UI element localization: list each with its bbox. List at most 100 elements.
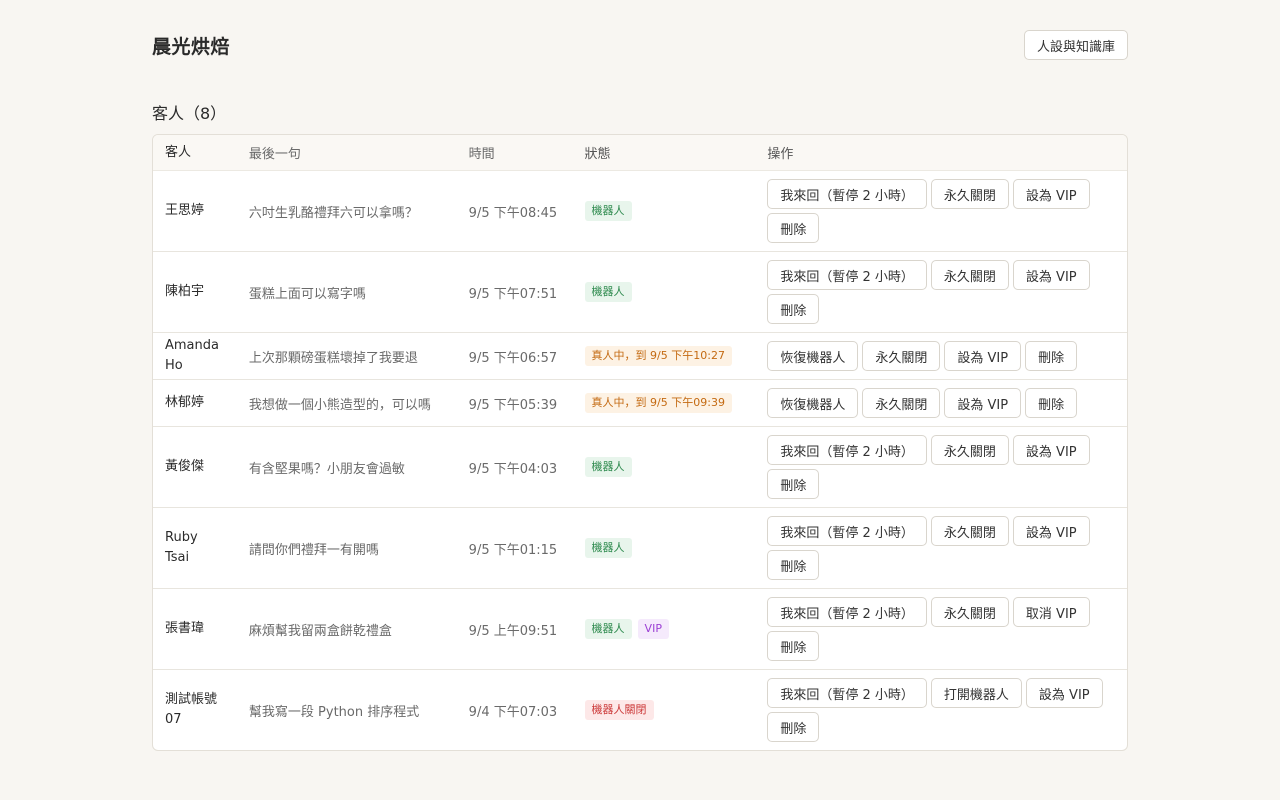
delete-button[interactable]: 刪除: [767, 294, 820, 324]
reply-myself-button[interactable]: 我來回（暫停 2 小時）: [767, 516, 927, 546]
actions-cell: 恢復機器人 永久關閉 設為 VIP 刪除: [767, 380, 1127, 426]
brand-title: 晨光烘焙: [152, 35, 231, 58]
close-permanently-button[interactable]: 永久關閉: [862, 341, 941, 371]
message-time: 9/5 下午06:57: [468, 350, 558, 366]
restore-bot-button[interactable]: 恢復機器人: [767, 341, 859, 371]
page-container: 晨光烘焙 人設與知識庫 客人（8） 客人 最後一句 時間 狀態 操作 王思婷 六吋…: [152, 30, 1128, 751]
status-cell: 機器人關閉: [584, 700, 768, 720]
status-badge: 真人中，到 9/5 下午09:39: [584, 393, 732, 413]
customer-name: Amanda Ho: [165, 338, 219, 373]
status-badge: VIP: [637, 619, 669, 639]
enable-bot-button[interactable]: 打開機器人: [930, 678, 1022, 708]
table-row: 林郁婷 我想做一個小熊造型的，可以嗎 9/5 下午05:39 真人中，到 9/5 下午…: [153, 380, 1127, 427]
close-permanently-button[interactable]: 永久關閉: [930, 179, 1009, 209]
customers-section-title: 客人（8）: [152, 104, 227, 123]
customers-table: 客人 最後一句 時間 狀態 操作 王思婷 六吋生乳酪禮拜六可以拿嗎？ 9/5 下午0…: [152, 134, 1128, 751]
set-vip-button[interactable]: 設為 VIP: [944, 388, 1022, 418]
last-message: 蛋糕上面可以寫字嗎: [248, 286, 366, 302]
delete-button[interactable]: 刪除: [767, 550, 820, 580]
reply-myself-button[interactable]: 我來回（暫停 2 小時）: [767, 260, 927, 290]
col-header-status: 狀態: [584, 147, 611, 162]
message-time: 9/5 下午07:51: [468, 286, 558, 302]
cancel-vip-button[interactable]: 取消 VIP: [1012, 597, 1090, 627]
status-cell: 機器人: [584, 201, 768, 221]
reply-myself-button[interactable]: 我來回（暫停 2 小時）: [767, 597, 927, 627]
set-vip-button[interactable]: 設為 VIP: [1025, 678, 1103, 708]
customer-name: 張書瑋: [165, 621, 205, 636]
last-message: 六吋生乳酪禮拜六可以拿嗎？: [248, 205, 418, 221]
status-badge: 機器人: [584, 619, 632, 639]
actions-cell: 恢復機器人 永久關閉 設為 VIP 刪除: [767, 333, 1127, 379]
status-cell: 真人中，到 9/5 下午09:39: [584, 393, 768, 413]
customer-name: 王思婷: [165, 203, 205, 218]
table-row: 測試帳號07 幫我寫一段 Python 排序程式 9/4 下午07:03 機器人關閉 我…: [153, 670, 1127, 750]
delete-button[interactable]: 刪除: [767, 469, 820, 499]
set-vip-button[interactable]: 設為 VIP: [944, 341, 1022, 371]
actions-cell: 我來回（暫停 2 小時） 永久關閉 設為 VIP 刪除: [767, 252, 1127, 332]
reply-myself-button[interactable]: 我來回（暫停 2 小時）: [767, 435, 927, 465]
table-body: 王思婷 六吋生乳酪禮拜六可以拿嗎？ 9/5 下午08:45 機器人 我來回（暫停 2 小…: [153, 171, 1127, 750]
delete-button[interactable]: 刪除: [767, 631, 820, 661]
reply-myself-button[interactable]: 我來回（暫停 2 小時）: [767, 179, 927, 209]
last-message: 請問你們禮拜一有開嗎: [248, 542, 379, 558]
delete-button[interactable]: 刪除: [1025, 341, 1078, 371]
col-header-last-message: 最後一句: [248, 147, 301, 162]
status-badge: 機器人: [584, 282, 632, 302]
status-badge: 機器人關閉: [584, 700, 654, 720]
restore-bot-button[interactable]: 恢復機器人: [767, 388, 859, 418]
set-vip-button[interactable]: 設為 VIP: [1012, 260, 1090, 290]
table-row: Ruby Tsai 請問你們禮拜一有開嗎 9/5 下午01:15 機器人 我來回（暫停 …: [153, 508, 1127, 589]
status-cell: 機器人 VIP: [584, 619, 768, 639]
status-badge: 機器人: [584, 457, 632, 477]
last-message: 幫我寫一段 Python 排序程式: [248, 704, 420, 720]
actions-cell: 我來回（暫停 2 小時） 永久關閉 設為 VIP 刪除: [767, 427, 1127, 507]
actions-cell: 我來回（暫停 2 小時） 永久關閉 取消 VIP 刪除: [767, 589, 1127, 669]
table-row: 王思婷 六吋生乳酪禮拜六可以拿嗎？ 9/5 下午08:45 機器人 我來回（暫停 2 小…: [153, 171, 1127, 252]
persona-knowledge-button[interactable]: 人設與知識庫: [1023, 30, 1128, 60]
close-permanently-button[interactable]: 永久關閉: [862, 388, 941, 418]
close-permanently-button[interactable]: 永久關閉: [930, 597, 1009, 627]
table-header: 客人 最後一句 時間 狀態 操作: [153, 135, 1127, 171]
delete-button[interactable]: 刪除: [1025, 388, 1078, 418]
col-header-customer: 客人: [165, 144, 192, 160]
close-permanently-button[interactable]: 永久關閉: [930, 260, 1009, 290]
message-time: 9/5 上午09:51: [468, 623, 558, 639]
set-vip-button[interactable]: 設為 VIP: [1012, 179, 1090, 209]
status-badge: 機器人: [584, 538, 632, 558]
message-time: 9/5 下午08:45: [468, 205, 558, 221]
delete-button[interactable]: 刪除: [767, 213, 820, 243]
delete-button[interactable]: 刪除: [767, 712, 820, 742]
col-header-time: 時間: [468, 147, 495, 162]
top-bar: 晨光烘焙 人設與知識庫: [152, 30, 1128, 60]
close-permanently-button[interactable]: 永久關閉: [930, 435, 1009, 465]
set-vip-button[interactable]: 設為 VIP: [1012, 435, 1090, 465]
status-cell: 機器人: [584, 538, 768, 558]
last-message: 有含堅果嗎？小朋友會過敏: [248, 461, 405, 477]
reply-myself-button[interactable]: 我來回（暫停 2 小時）: [767, 678, 927, 708]
message-time: 9/5 下午04:03: [468, 461, 558, 477]
last-message: 上次那顆磅蛋糕壞掉了我要退: [248, 350, 418, 366]
status-badge: 機器人: [584, 201, 632, 221]
message-time: 9/4 下午07:03: [468, 704, 558, 720]
actions-cell: 我來回（暫停 2 小時） 永久關閉 設為 VIP 刪除: [767, 508, 1127, 588]
col-header-actions: 操作: [767, 147, 794, 162]
status-badge: 真人中，到 9/5 下午10:27: [584, 346, 732, 366]
message-time: 9/5 下午05:39: [468, 397, 558, 413]
message-time: 9/5 下午01:15: [468, 542, 558, 558]
customer-name: 林郁婷: [165, 395, 205, 410]
table-row: 張書瑋 麻煩幫我留兩盒餅乾禮盒 9/5 上午09:51 機器人 VIP 我來回（暫停 2 …: [153, 589, 1127, 670]
actions-cell: 我來回（暫停 2 小時） 永久關閉 設為 VIP 刪除: [767, 171, 1127, 251]
actions-cell: 我來回（暫停 2 小時） 打開機器人 設為 VIP 刪除: [767, 670, 1127, 750]
customer-name: 黃俊傑: [165, 459, 205, 474]
status-cell: 機器人: [584, 457, 768, 477]
close-permanently-button[interactable]: 永久關閉: [930, 516, 1009, 546]
last-message: 我想做一個小熊造型的，可以嗎: [248, 397, 431, 413]
table-row: Amanda Ho 上次那顆磅蛋糕壞掉了我要退 9/5 下午06:57 真人中，到 9…: [153, 333, 1127, 380]
customer-name: 測試帳號07: [165, 692, 218, 727]
last-message: 麻煩幫我留兩盒餅乾禮盒: [248, 623, 392, 639]
customer-name: 陳柏宇: [165, 284, 205, 299]
status-cell: 機器人: [584, 282, 768, 302]
set-vip-button[interactable]: 設為 VIP: [1012, 516, 1090, 546]
status-cell: 真人中，到 9/5 下午10:27: [584, 346, 768, 366]
customer-name: Ruby Tsai: [165, 530, 198, 565]
